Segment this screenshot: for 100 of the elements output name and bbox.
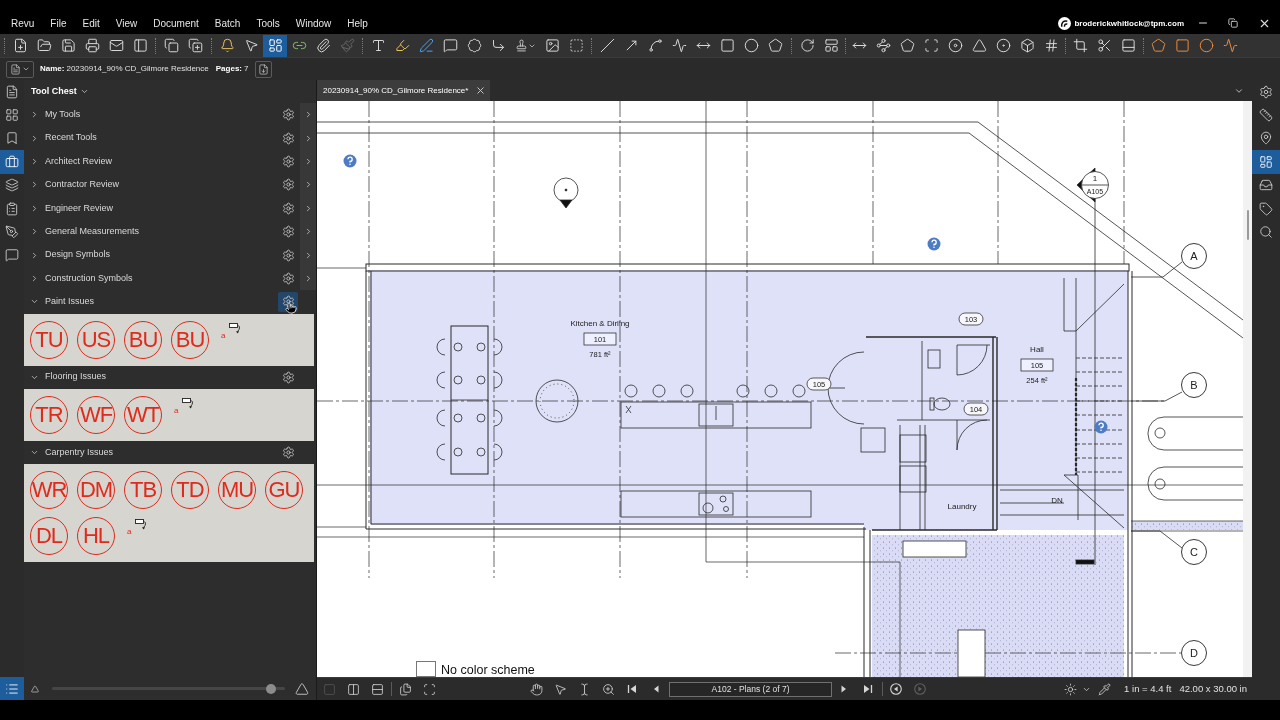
menu-item[interactable]: Batch: [206, 17, 249, 30]
forward-icon: [914, 683, 926, 695]
tool-set-name[interactable]: Construction Symbols: [45, 271, 133, 286]
spaces-tool-button[interactable]: [263, 34, 287, 57]
callout-tool[interactable]: [229, 322, 242, 334]
stamp-icon: [514, 39, 528, 52]
color-scheme-checkbox[interactable]: [416, 661, 436, 677]
inbox-icon: [1259, 178, 1273, 193]
rotate-icon: [799, 38, 815, 53]
scale-text[interactable]: 1 in = 4.4 ft: [1124, 681, 1172, 697]
menu-item[interactable]: Help: [339, 17, 376, 30]
document-name: 20230914_90% CD_Gilmore Residence: [66, 63, 209, 75]
callout-icon: [182, 397, 195, 409]
tool-set-name[interactable]: Flooring Issues: [45, 370, 107, 384]
settings-icon: [281, 178, 295, 192]
pen-nib-icon: [5, 225, 19, 240]
settings-icon: [281, 370, 295, 384]
tool-set-name[interactable]: Paint Issues: [45, 295, 95, 309]
tool-set-name[interactable]: Architect Review: [45, 154, 113, 169]
spaces-panel-button[interactable]: [1252, 150, 1280, 174]
menu-item[interactable]: File: [42, 17, 75, 30]
crop-icon: [1072, 38, 1088, 53]
zigzag-icon: [1222, 38, 1238, 53]
callout-tool[interactable]: [135, 519, 148, 531]
section-number: 1: [1092, 174, 1098, 183]
vertical-scroll-bar[interactable]: [1243, 101, 1252, 677]
copy-icon: [163, 38, 179, 53]
name-label: Name:: [40, 63, 65, 75]
back-icon: [890, 683, 902, 695]
help-icon[interactable]: [927, 237, 941, 251]
panel-icon: [132, 38, 148, 53]
caret-icon: [22, 65, 30, 73]
settings-icon: [281, 131, 295, 145]
menu-item[interactable]: Document: [145, 17, 207, 30]
tool-set-name[interactable]: Contractor Review: [45, 178, 120, 192]
document-menu-button[interactable]: [6, 60, 34, 78]
zoom-in-icon: [601, 682, 615, 696]
file-down-icon: [258, 63, 270, 75]
menu-item[interactable]: Tools: [248, 17, 288, 30]
small-triangle-icon[interactable]: [31, 684, 39, 693]
menu-item[interactable]: Window: [287, 17, 340, 30]
pipette-icon: [1097, 682, 1111, 696]
curve-icon: [647, 38, 663, 53]
menu-item[interactable]: Revu: [3, 17, 43, 30]
map-pin-icon: [1259, 131, 1273, 146]
paintbrush-icon: [339, 38, 355, 53]
large-triangle-icon[interactable]: [295, 681, 309, 696]
panel-title[interactable]: Tool Chest: [31, 84, 77, 99]
tool-set-name[interactable]: General Measurements: [45, 224, 140, 239]
pen-icon: [418, 38, 434, 53]
layers-icon: [5, 178, 19, 193]
briefcase-icon: [5, 154, 19, 169]
account-email[interactable]: broderickwhitlock@tpm.com: [1074, 17, 1184, 30]
panel-icon: [1120, 38, 1136, 53]
restore-icon: [1228, 18, 1238, 28]
speech-bubble-icon: [5, 248, 19, 263]
help-icon[interactable]: [1094, 420, 1108, 434]
speech-bubble-icon: [442, 38, 458, 53]
menu-item[interactable]: Edit: [74, 17, 108, 30]
settings-icon: [281, 225, 295, 239]
square-icon: [322, 682, 336, 696]
disc-icon: [947, 38, 963, 53]
layout-icon: [1259, 154, 1273, 169]
file-plus-icon: [12, 38, 28, 53]
ruler-icon: [1259, 108, 1273, 123]
rectangle-icon: [1174, 38, 1190, 53]
document-tab[interactable]: 20230914_90% CD_Gilmore Residence*: [317, 80, 490, 101]
cube-icon: [1019, 38, 1035, 53]
highlighter-icon: [394, 38, 410, 53]
save-icon: [60, 38, 76, 53]
page-field[interactable]: A102 - Plans (2 of 7): [669, 681, 832, 697]
menu-item[interactable]: View: [107, 17, 146, 30]
copy-plus-icon: [187, 38, 203, 53]
page-export-button[interactable]: [255, 60, 273, 78]
list-icon: [5, 681, 19, 696]
list-panel-button[interactable]: [0, 677, 24, 701]
pentagon-icon: [767, 38, 783, 53]
tool-set-name[interactable]: Recent Tools: [45, 131, 97, 145]
files-icon: [398, 682, 412, 696]
columns-icon: [346, 682, 360, 696]
text-icon: [370, 38, 386, 53]
callout-icon: [135, 519, 148, 531]
tool-set-name[interactable]: Engineer Review: [45, 201, 114, 215]
image-icon: [544, 38, 560, 53]
tool-chest-panel-button[interactable]: [0, 150, 24, 174]
pointer-cursor-icon: [285, 301, 297, 316]
last-page-icon: [862, 683, 874, 695]
tool-set-name[interactable]: Design Symbols: [45, 248, 111, 262]
tool-set-name[interactable]: My Tools: [45, 107, 81, 122]
grid-bubble: C: [1181, 539, 1207, 565]
slider-thumb[interactable]: [266, 683, 276, 694]
callout-tool[interactable]: [182, 397, 195, 409]
tool-set-name[interactable]: Carpentry Issues: [45, 445, 114, 460]
help-icon[interactable]: [343, 154, 357, 168]
panel-icon: [823, 38, 839, 53]
scan-icon: [422, 682, 436, 696]
callout-icon: [229, 322, 242, 334]
stair-note: DN: [1051, 495, 1063, 505]
circle-dot-icon: [995, 38, 1011, 53]
pentagon-icon: [899, 38, 915, 53]
